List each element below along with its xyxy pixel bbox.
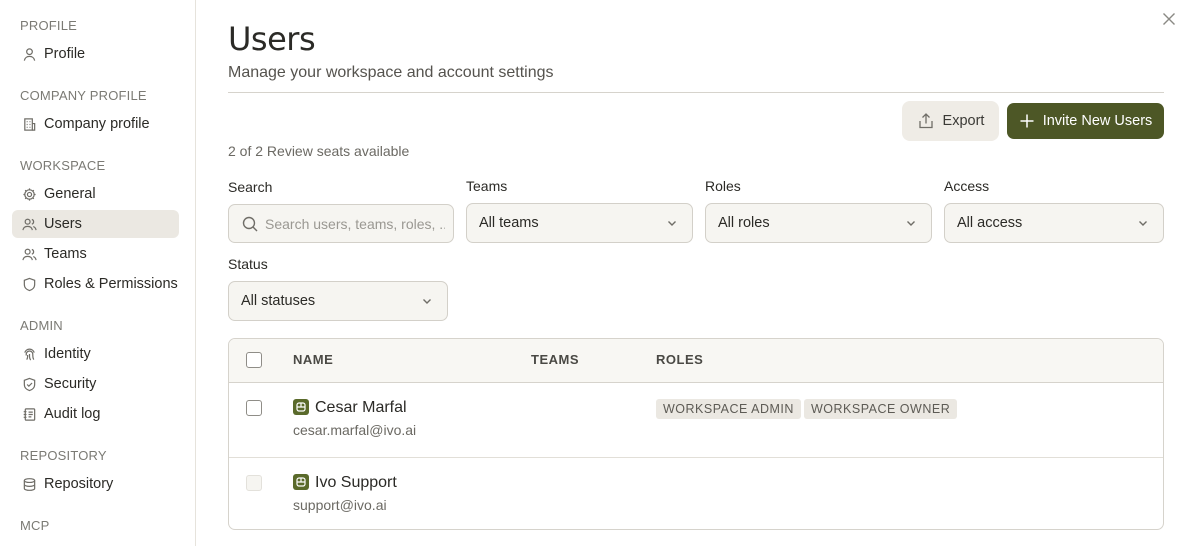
sidebar-item-security[interactable]: Security: [12, 370, 179, 398]
chevron-down-icon: [905, 217, 917, 229]
roles-filter-value: All roles: [718, 215, 770, 231]
sidebar-item-label: Audit log: [44, 406, 101, 422]
shield-check-icon: [21, 376, 37, 392]
sidebar-item-label: General: [44, 186, 96, 202]
row-checkbox[interactable]: [246, 400, 262, 416]
access-filter-select[interactable]: All access: [944, 203, 1164, 243]
sidebar-item-label: Identity: [44, 346, 91, 362]
search-icon: [242, 216, 258, 231]
section-title-profile: PROFILE: [20, 18, 78, 33]
chevron-down-icon: [1137, 217, 1149, 229]
team-icon: [21, 246, 37, 262]
plus-icon: [1020, 114, 1034, 128]
sidebar-item-label: Profile: [44, 46, 86, 62]
header-divider: [228, 92, 1164, 93]
section-title-company-profile: COMPANY PROFILE: [20, 88, 147, 103]
role-badge: WORKSPACE ADMIN: [656, 399, 801, 419]
sidebar-item-label: Repository: [44, 476, 114, 492]
section-title-workspace: WORKSPACE: [20, 158, 106, 173]
status-filter-label: Status: [228, 256, 268, 272]
page-title: Users: [228, 20, 316, 58]
user-name: Ivo Support: [315, 474, 397, 491]
section-title-admin: ADMIN: [20, 318, 63, 333]
chevron-down-icon: [666, 217, 678, 229]
teams-filter-label: Teams: [466, 178, 508, 194]
database-icon: [21, 476, 37, 492]
audit-log-icon: [21, 406, 37, 422]
search-label: Search: [228, 179, 273, 195]
export-label: Export: [942, 113, 985, 129]
column-header-teams: TEAMS: [531, 352, 579, 367]
teams-filter-select[interactable]: All teams: [466, 203, 693, 243]
fingerprint-icon: [21, 346, 37, 362]
section-title-mcp: MCP: [20, 518, 50, 533]
search-field[interactable]: [228, 204, 454, 243]
users-icon: [21, 216, 37, 232]
gear-icon: [21, 186, 37, 202]
sidebar-item-identity[interactable]: Identity: [12, 340, 179, 368]
row-checkbox: [246, 475, 262, 491]
section-title-repository: REPOSITORY: [20, 448, 107, 463]
roles-filter-label: Roles: [705, 178, 741, 194]
export-icon: [918, 113, 933, 129]
user-email: cesar.marfal@ivo.ai: [293, 422, 417, 438]
sidebar-item-teams[interactable]: Teams: [12, 240, 179, 268]
seats-available-text: 2 of 2 Review seats available: [228, 143, 410, 159]
search-input[interactable]: [265, 215, 445, 232]
table-row[interactable]: Ivo Support support@ivo.ai: [229, 457, 1163, 529]
user-name: Cesar Marfal: [315, 399, 407, 416]
table-header: NAME TEAMS ROLES: [229, 339, 1163, 383]
sidebar-item-company-profile[interactable]: Company profile: [12, 110, 179, 138]
building-icon: [21, 116, 37, 132]
sidebar-item-label: Security: [44, 376, 97, 392]
settings-sidebar: PROFILE Profile COMPANY PROFILE Company …: [0, 0, 196, 546]
person-icon: [21, 46, 37, 62]
teams-filter-value: All teams: [479, 215, 539, 231]
access-filter-value: All access: [957, 215, 1023, 231]
users-table: NAME TEAMS ROLES Cesar Marfal cesar.marf…: [228, 338, 1164, 530]
sidebar-item-label: Users: [44, 216, 82, 232]
chevron-down-icon: [421, 295, 433, 307]
invite-label: Invite New Users: [1042, 113, 1153, 129]
sidebar-item-audit-log[interactable]: Audit log: [12, 400, 179, 428]
role-badge: WORKSPACE OWNER: [804, 399, 958, 419]
column-header-name: NAME: [293, 352, 334, 367]
export-button[interactable]: Export: [902, 101, 999, 141]
close-button[interactable]: [1160, 10, 1178, 28]
status-filter-value: All statuses: [241, 293, 316, 309]
select-all-checkbox[interactable]: [246, 352, 262, 368]
org-logo-icon: [293, 474, 309, 490]
table-row[interactable]: Cesar Marfal cesar.marfal@ivo.ai WORKSPA…: [229, 383, 1163, 457]
status-filter-select[interactable]: All statuses: [228, 281, 448, 321]
sidebar-item-profile[interactable]: Profile: [12, 40, 179, 68]
sidebar-item-label: Teams: [44, 246, 87, 262]
sidebar-item-label: Company profile: [44, 116, 150, 132]
user-email: support@ivo.ai: [293, 497, 387, 513]
sidebar-item-repository[interactable]: Repository: [12, 470, 179, 498]
sidebar-item-label: Roles & Permissions: [44, 276, 178, 292]
sidebar-item-roles-permissions[interactable]: Roles & Permissions: [12, 270, 179, 298]
shield-icon: [21, 276, 37, 292]
page-subtitle: Manage your workspace and account settin…: [228, 64, 554, 81]
close-icon: [1160, 13, 1178, 32]
sidebar-item-users[interactable]: Users: [12, 210, 179, 238]
access-filter-label: Access: [944, 178, 990, 194]
invite-new-users-button[interactable]: Invite New Users: [1007, 103, 1164, 139]
column-header-roles: ROLES: [656, 352, 704, 367]
org-logo-icon: [293, 399, 309, 415]
sidebar-item-general[interactable]: General: [12, 180, 179, 208]
roles-filter-select[interactable]: All roles: [705, 203, 932, 243]
